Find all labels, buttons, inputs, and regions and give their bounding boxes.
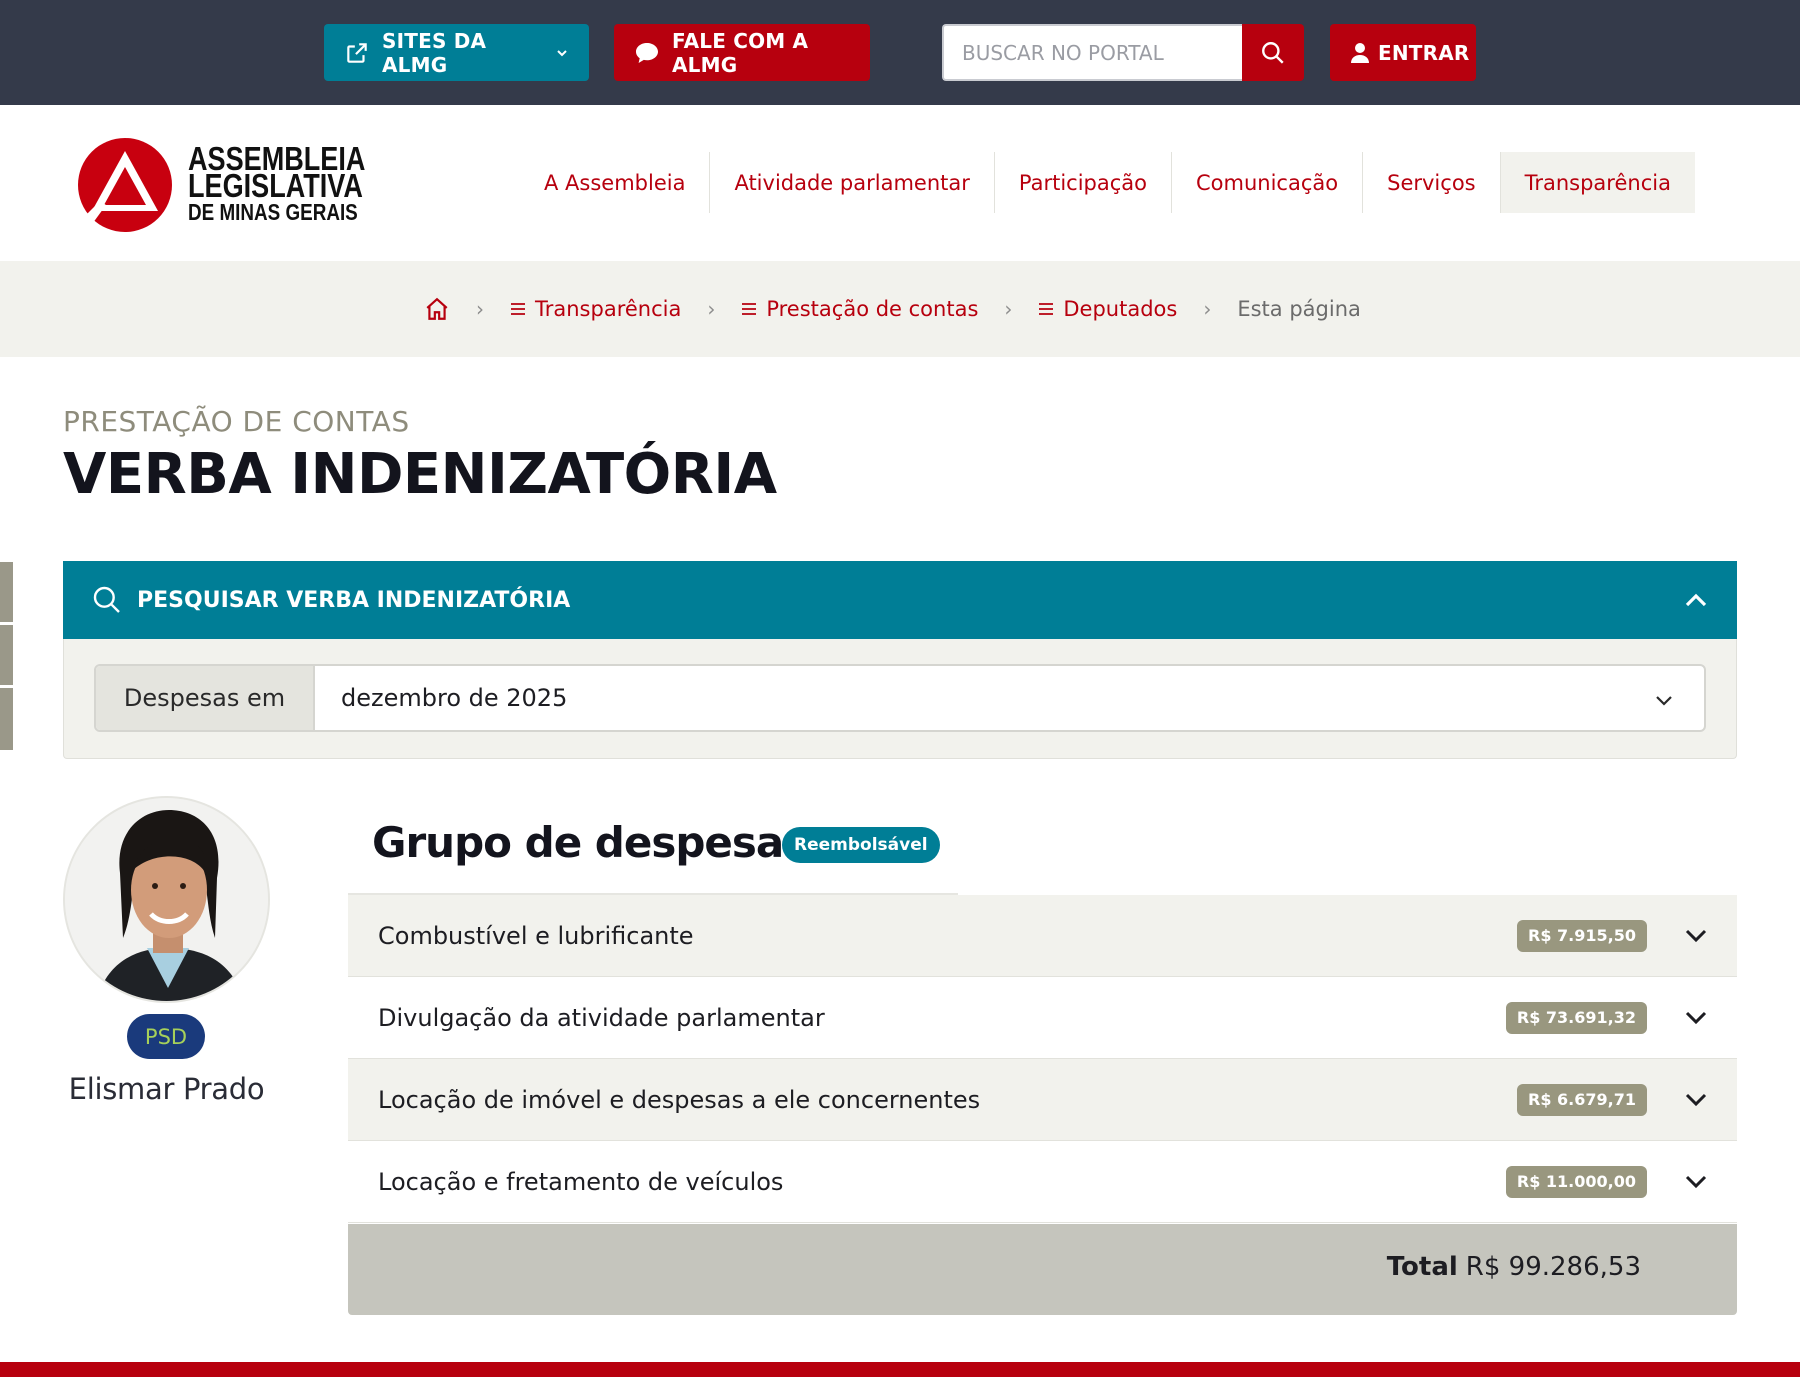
footer-bar: [0, 1362, 1800, 1377]
nav-item-servicos[interactable]: Serviços: [1362, 152, 1499, 213]
chevron-right-icon: ›: [1203, 297, 1212, 321]
expense-name: Combustível e lubrificante: [378, 921, 694, 950]
expense-amount: R$ 7.915,50: [1517, 919, 1647, 952]
chevron-down-icon: [1685, 1011, 1707, 1025]
search-submit-button[interactable]: [1242, 24, 1304, 81]
search-icon: [1262, 41, 1284, 64]
chevron-down-icon: [1685, 929, 1707, 943]
total-label: Total: [1386, 1252, 1458, 1282]
expense-name: Locação de imóvel e despesas a ele conce…: [378, 1085, 981, 1114]
logo-line-2: LEGISLATIVA: [188, 167, 363, 204]
external-link-icon: [347, 42, 367, 63]
main-nav: A Assembleia Atividade parlamentar Parti…: [520, 152, 1695, 213]
breadcrumb: › Transparência › Prestação de contas › …: [0, 261, 1800, 357]
side-accessibility-tab[interactable]: [0, 562, 13, 622]
nav-item-participacao[interactable]: Participação: [993, 152, 1171, 213]
almg-logo-text: ASSEMBLEIA LEGISLATIVA DE MINAS GERAIS: [188, 142, 365, 225]
breadcrumb-row: › Transparência › Prestação de contas › …: [424, 261, 1361, 357]
chevron-up-icon: [1685, 593, 1707, 607]
party-badge: PSD: [127, 1014, 205, 1059]
entrar-label: ENTRAR: [1378, 40, 1470, 65]
side-accessibility-tab[interactable]: [0, 625, 13, 685]
entrar-button[interactable]: ENTRAR: [1330, 24, 1476, 81]
deputy-avatar: [63, 796, 270, 1003]
expense-row[interactable]: Combustível e lubrificante R$ 7.915,50: [348, 895, 1737, 977]
reembolsavel-badge: Reembolsável: [782, 827, 940, 863]
page-pre-title: PRESTAÇÃO DE CONTAS: [63, 405, 410, 438]
search-icon: [93, 586, 120, 613]
fale-com-almg-button[interactable]: FALE COM A ALMG: [614, 24, 870, 81]
expense-row[interactable]: Locação e fretamento de veículos R$ 11.0…: [348, 1141, 1737, 1223]
top-bar: SITES DA ALMG FALE COM A ALMG BUSCAR NO …: [0, 0, 1800, 105]
portal-search-input[interactable]: BUSCAR NO PORTAL: [942, 24, 1242, 81]
chevron-right-icon: ›: [707, 297, 716, 321]
breadcrumb-deputados[interactable]: Deputados: [1038, 297, 1177, 321]
page-title: VERBA INDENIZATÓRIA: [63, 442, 777, 507]
expense-total-bar: Total R$ 99.286,53: [348, 1224, 1737, 1315]
deputy-name: Elismar Prado: [68, 1072, 265, 1106]
menu-icon: [511, 303, 525, 315]
chevron-right-icon: ›: [1004, 297, 1013, 321]
search-panel-toggle[interactable]: PESQUISAR VERBA INDENIZATÓRIA: [63, 561, 1737, 639]
chevron-down-icon: [1656, 696, 1672, 706]
expense-amount: R$ 11.000,00: [1505, 1165, 1647, 1198]
month-select[interactable]: Despesas em dezembro de 2025: [94, 664, 1706, 732]
chat-bubble-icon: [636, 42, 658, 63]
nav-item-assembleia[interactable]: A Assembleia: [520, 152, 709, 213]
sites-almg-label: SITES DA ALMG: [382, 28, 487, 77]
home-icon: [426, 297, 448, 320]
breadcrumb-current: Esta página: [1237, 297, 1361, 321]
side-accessibility-tab[interactable]: [0, 688, 13, 750]
breadcrumb-label: Transparência: [535, 297, 682, 321]
search-panel-body: Despesas em dezembro de 2025: [63, 639, 1737, 759]
search-panel-title: PESQUISAR VERBA INDENIZATÓRIA: [137, 587, 571, 613]
expense-amount: R$ 73.691,32: [1505, 1001, 1647, 1034]
breadcrumb-label: Deputados: [1063, 297, 1178, 321]
month-select-value: dezembro de 2025: [341, 684, 568, 712]
site-header: ASSEMBLEIA LEGISLATIVA DE MINAS GERAIS A…: [0, 105, 1800, 261]
breadcrumb-home[interactable]: [424, 296, 450, 322]
logo-line-3: DE MINAS GERAIS: [188, 199, 358, 225]
expense-row[interactable]: Divulgação da atividade parlamentar R$ 7…: [348, 977, 1737, 1059]
chevron-down-icon: [1685, 1093, 1707, 1107]
expense-total: Total R$ 99.286,53: [1387, 1252, 1641, 1282]
month-select-label: Despesas em: [96, 666, 315, 730]
breadcrumb-prestacao-de-contas[interactable]: Prestação de contas: [741, 297, 978, 321]
expense-group-title: Grupo de despesas: [372, 818, 808, 867]
total-value: R$ 99.286,53: [1465, 1252, 1641, 1282]
search-placeholder: BUSCAR NO PORTAL: [962, 40, 1164, 65]
nav-item-transparencia[interactable]: Transparência: [1499, 152, 1695, 213]
chevron-down-icon: [557, 49, 567, 56]
nav-item-atividade-parlamentar[interactable]: Atividade parlamentar: [709, 152, 993, 213]
menu-icon: [742, 303, 757, 315]
breadcrumb-label: Prestação de contas: [766, 297, 979, 321]
almg-logo[interactable]: ASSEMBLEIA LEGISLATIVA DE MINAS GERAIS: [70, 135, 365, 235]
expense-row[interactable]: Locação de imóvel e despesas a ele conce…: [348, 1059, 1737, 1141]
expense-name: Divulgação da atividade parlamentar: [378, 1003, 825, 1032]
expense-amount: R$ 6.679,71: [1517, 1083, 1647, 1116]
expense-list: Combustível e lubrificante R$ 7.915,50 D…: [348, 895, 1737, 1223]
deputy-photo: [65, 798, 268, 1001]
breadcrumb-transparencia[interactable]: Transparência: [510, 297, 681, 321]
nav-item-comunicacao[interactable]: Comunicação: [1171, 152, 1362, 213]
chevron-down-icon: [1685, 1175, 1707, 1189]
sites-almg-button[interactable]: SITES DA ALMG: [324, 24, 589, 81]
chevron-right-icon: ›: [476, 297, 484, 321]
expense-name: Locação e fretamento de veículos: [378, 1167, 784, 1196]
menu-icon: [1039, 303, 1054, 315]
user-icon: [1351, 42, 1369, 63]
almg-logo-mark: [78, 138, 172, 232]
fale-com-almg-label: FALE COM A ALMG: [672, 28, 809, 77]
